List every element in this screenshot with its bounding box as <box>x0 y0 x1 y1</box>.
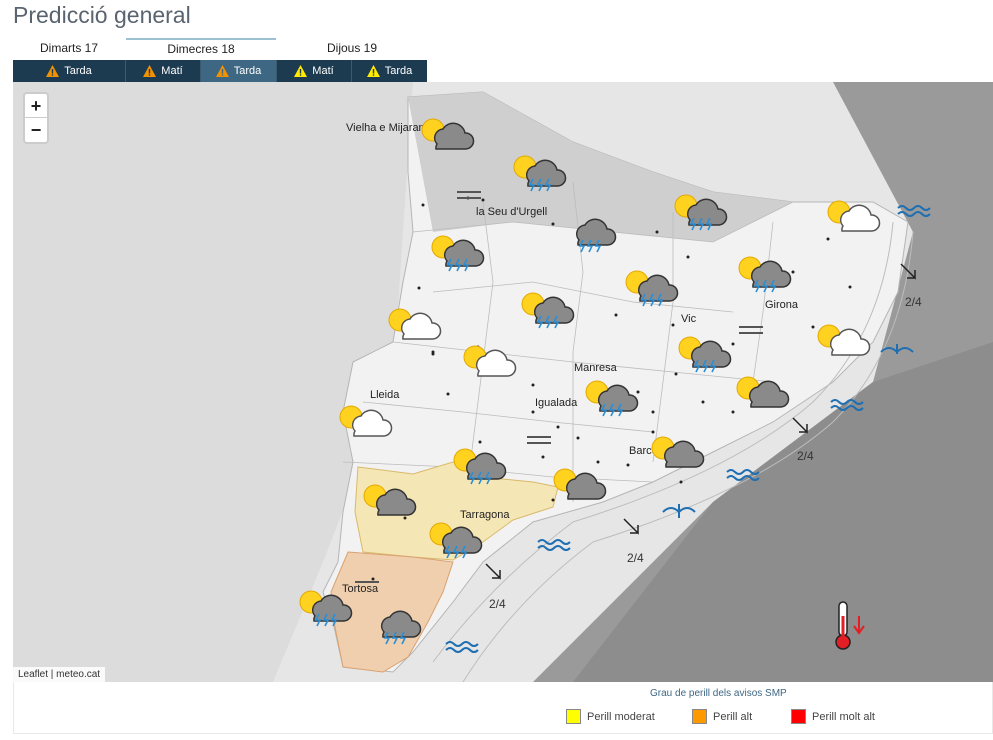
city-manresa: Manresa <box>574 362 618 374</box>
page-title: Predicció general <box>13 2 191 28</box>
city-vielha: Vielha e Mijaran <box>346 122 425 134</box>
city-igualada: Igualada <box>535 397 578 409</box>
legend-label: Perill molt alt <box>812 710 875 723</box>
legend-swatch <box>791 709 806 724</box>
period-label: Tarda <box>64 65 92 77</box>
day-tab-dijous[interactable]: Dijous 19 <box>277 38 427 58</box>
forecast-map[interactable]: Vielha e Mijaran la Seu d'Urgell Girona … <box>13 82 993 682</box>
zoom-control: + − <box>23 92 49 144</box>
day-tab-dimarts[interactable]: Dimarts 17 <box>13 38 125 58</box>
period-label: Matí <box>161 65 183 77</box>
period-label: Matí <box>312 65 334 77</box>
warning-icon <box>215 65 229 77</box>
period-selector: Tarda Matí Tarda Matí Tarda <box>13 60 427 82</box>
warning-icon <box>366 65 380 77</box>
legend-title: Grau de perill dels avisos SMP <box>650 688 787 699</box>
legend-item-very-high: Perill molt alt <box>791 709 875 724</box>
city-vic: Vic <box>681 313 697 325</box>
wind-label: 2/4 <box>797 449 814 463</box>
period-tab-dijous-mati[interactable]: Matí <box>277 60 352 82</box>
wind-label: 2/4 <box>627 551 644 565</box>
warning-icon <box>143 65 157 77</box>
wind-label: 2/4 <box>489 597 506 611</box>
legend: Grau de perill dels avisos SMP Perill mo… <box>13 682 993 734</box>
city-tarragona: Tarragona <box>460 509 510 521</box>
legend-item-high: Perill alt <box>692 709 752 724</box>
period-tab-dimecres-mati[interactable]: Matí <box>126 60 201 82</box>
city-tortosa: Tortosa <box>342 583 379 595</box>
legend-swatch <box>566 709 581 724</box>
day-tab-dimecres[interactable]: Dimecres 18 <box>126 38 276 58</box>
period-tab-dimecres-tarda[interactable]: Tarda <box>201 60 277 82</box>
zoom-in-button[interactable]: + <box>25 94 47 118</box>
legend-swatch <box>692 709 707 724</box>
map-attribution[interactable]: Leaflet | meteo.cat <box>13 667 106 682</box>
wind-label: 2/4 <box>905 295 922 309</box>
legend-label: Perill moderat <box>587 710 655 723</box>
day-selector: Dimarts 17 Dimecres 18 Dijous 19 <box>13 38 427 58</box>
warning-icon <box>294 65 308 77</box>
period-tab-dimarts-tarda[interactable]: Tarda <box>13 60 126 82</box>
period-tab-dijous-tarda[interactable]: Tarda <box>352 60 427 82</box>
zoom-out-button[interactable]: − <box>25 118 47 142</box>
legend-label: Perill alt <box>713 710 753 723</box>
period-label: Tarda <box>233 65 262 77</box>
legend-item-moderate: Perill moderat <box>566 709 655 724</box>
city-girona: Girona <box>765 299 799 311</box>
city-lleida: Lleida <box>370 389 400 401</box>
warning-icon <box>46 65 60 77</box>
map-canvas: Vielha e Mijaran la Seu d'Urgell Girona … <box>13 82 993 682</box>
page: Predicció general Dimarts 17 Dimecres 18… <box>0 0 993 740</box>
city-seu-urgell: la Seu d'Urgell <box>476 206 547 218</box>
period-label: Tarda <box>384 65 413 77</box>
